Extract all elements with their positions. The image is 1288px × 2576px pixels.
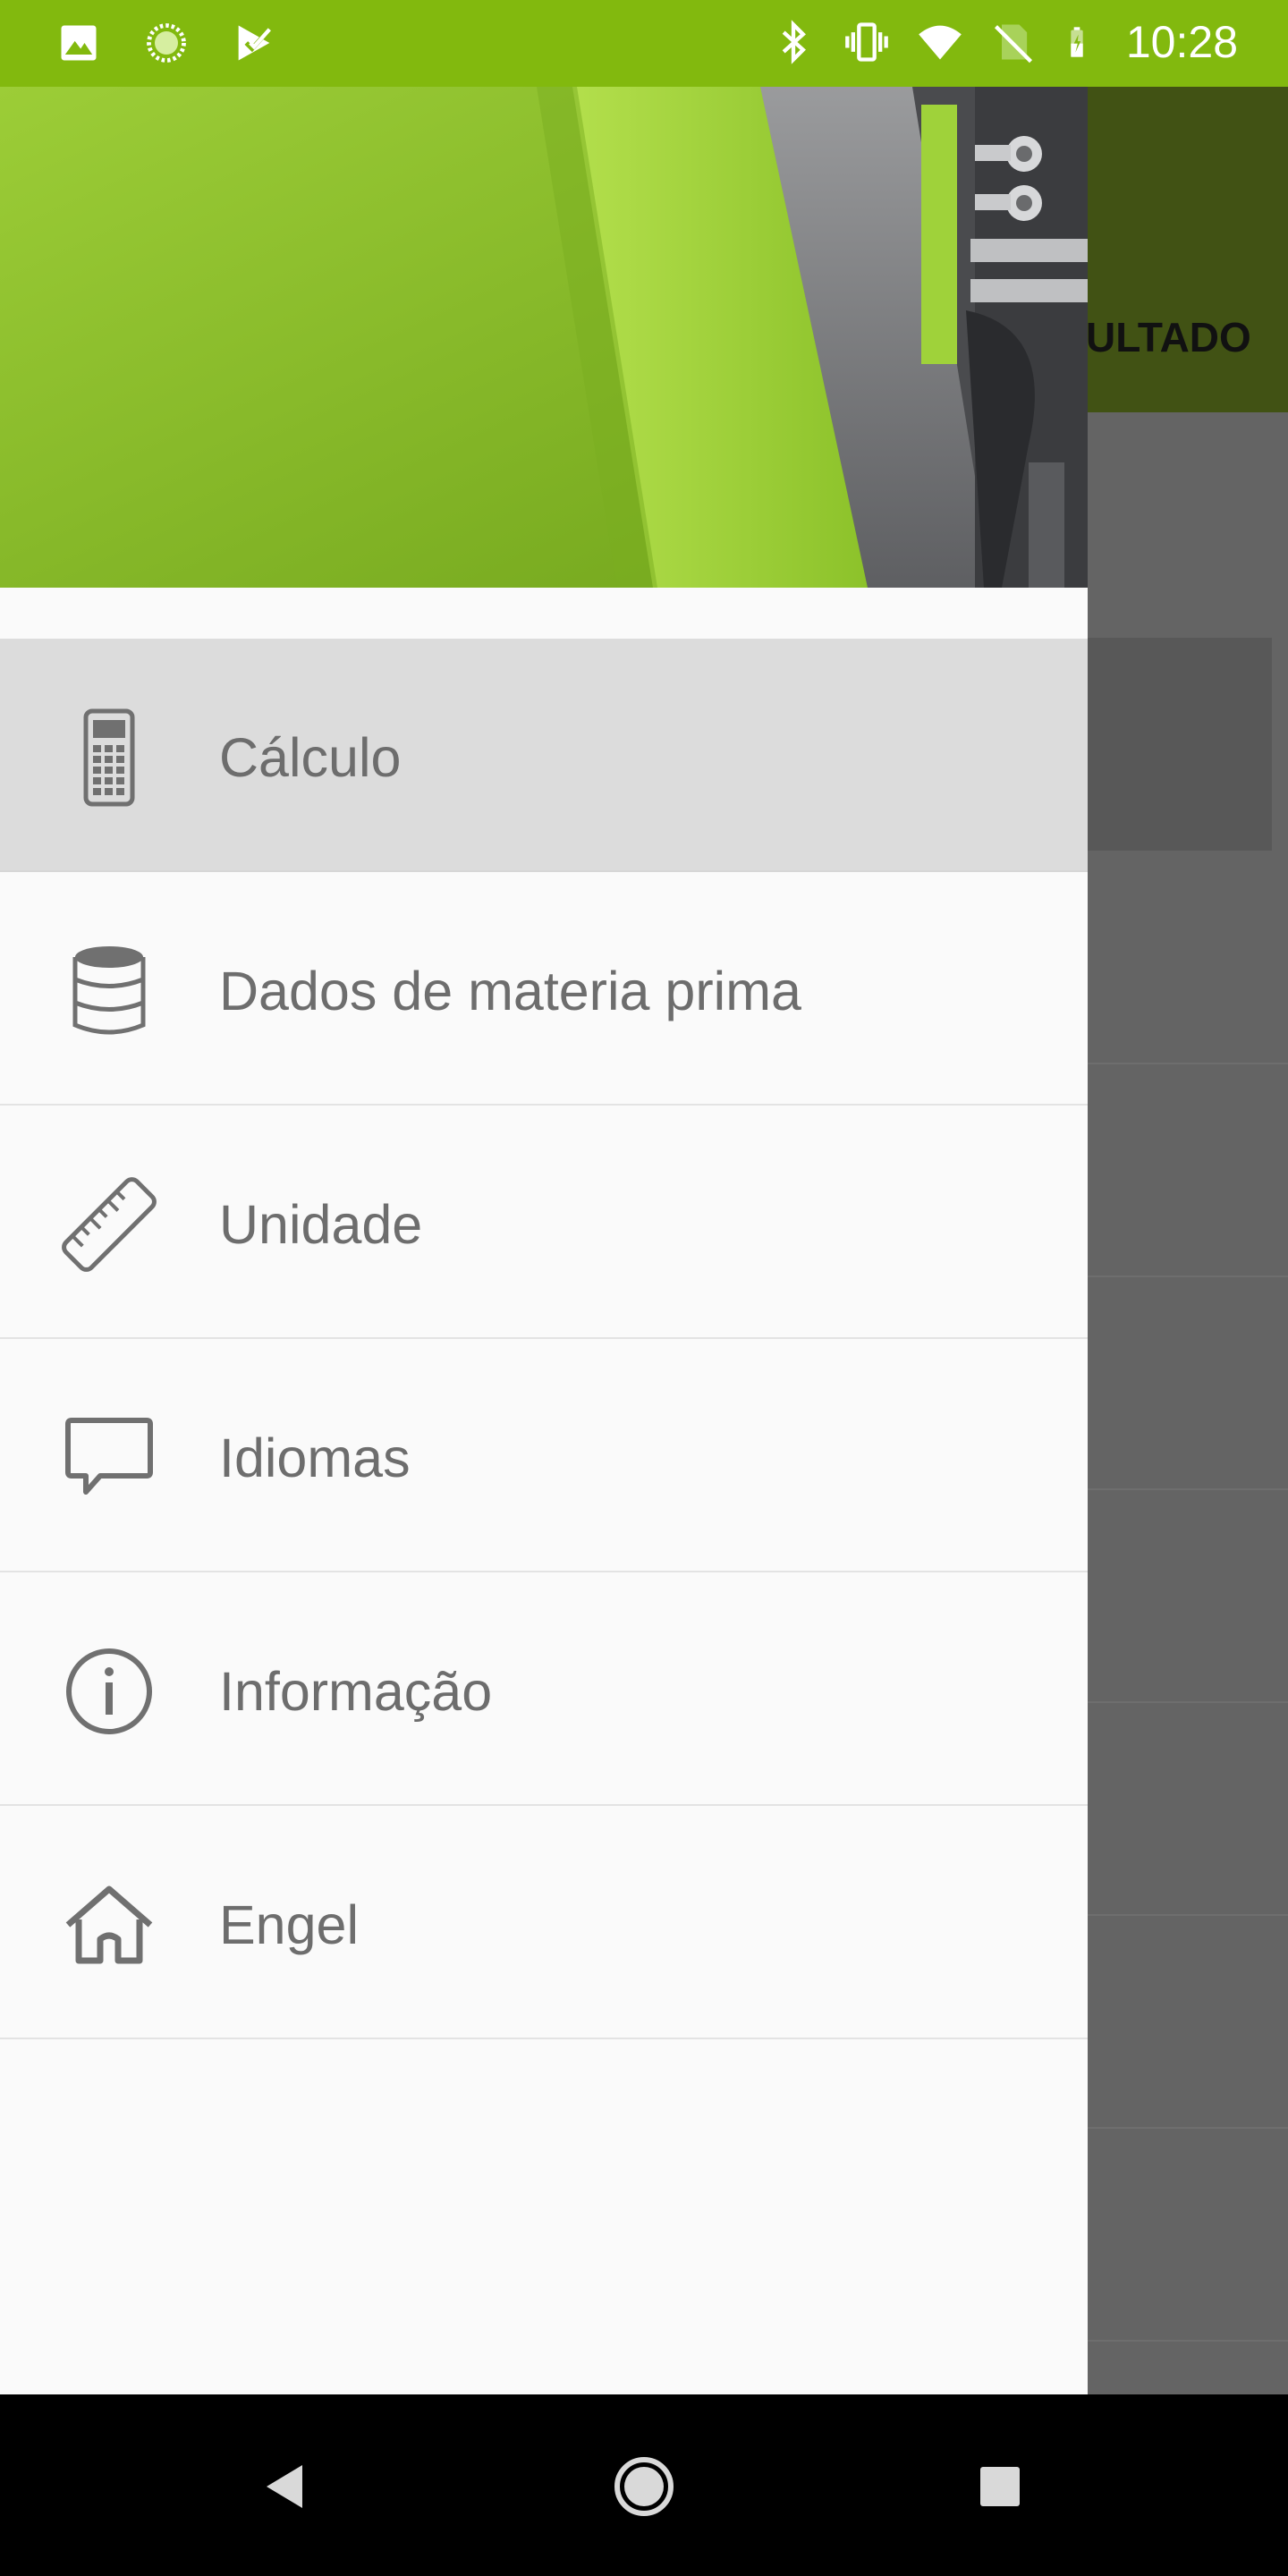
task-check-icon [238,25,271,61]
menu-item-label: Dados de materia prima [219,961,801,1021]
battery-charging-icon [1071,27,1083,57]
menu-item-dados-materia-prima[interactable]: Dados de materia prima [0,872,1088,1106]
back-button[interactable] [243,2444,329,2529]
home-button[interactable] [601,2444,687,2529]
app-divider [1088,1488,1288,1490]
ruler-icon [62,1177,157,1272]
status-bar-notifications [55,20,277,66]
recents-button[interactable] [957,2444,1043,2529]
menu-item-label: Unidade [219,1194,423,1255]
app-divider [1088,1063,1288,1064]
wifi-icon [919,25,962,60]
menu-item-informacao[interactable]: Informação [0,1572,1088,1806]
navigation-drawer: Cálculo Dados de materia prima Unidade I… [0,87,1088,2394]
app-tab-result[interactable]: ULTADO [1086,313,1251,361]
menu-item-unidade[interactable]: Unidade [0,1106,1088,1339]
drawer-header-image [0,87,1088,588]
app-divider [1088,2340,1288,2342]
no-sim-icon [994,24,1032,64]
machine-header-image [0,87,1088,588]
clock: 10:28 [1125,17,1238,67]
app-divider [1088,1914,1288,1916]
menu-item-idiomas[interactable]: Idiomas [0,1339,1088,1572]
app-divider [1088,1701,1288,1703]
database-icon [72,946,146,1035]
home-icon [65,1885,153,1964]
app-divider [1088,2127,1288,2129]
navigation-bar [0,2394,1288,2576]
status-bar: 10:28 [0,0,1288,87]
info-icon [66,1648,152,1734]
chat-bubble-icon [65,1418,153,1495]
bluetooth-icon [782,20,806,64]
menu-item-engel[interactable]: Engel [0,1806,1088,2039]
vibrate-icon [845,22,888,62]
status-bar-system: 10:28 [770,16,1238,68]
calculator-icon [83,708,135,807]
loading-icon [147,23,186,63]
app-card [1088,638,1272,851]
app-divider [1088,1275,1288,1277]
menu-item-label: Informação [219,1661,493,1722]
drawer-menu: Cálculo Dados de materia prima Unidade I… [0,639,1088,2039]
image-icon [61,25,97,61]
menu-item-label: Idiomas [219,1428,411,1488]
menu-item-label: Engel [219,1894,360,1955]
menu-item-calculo[interactable]: Cálculo [0,639,1088,872]
menu-item-label: Cálculo [219,727,402,788]
